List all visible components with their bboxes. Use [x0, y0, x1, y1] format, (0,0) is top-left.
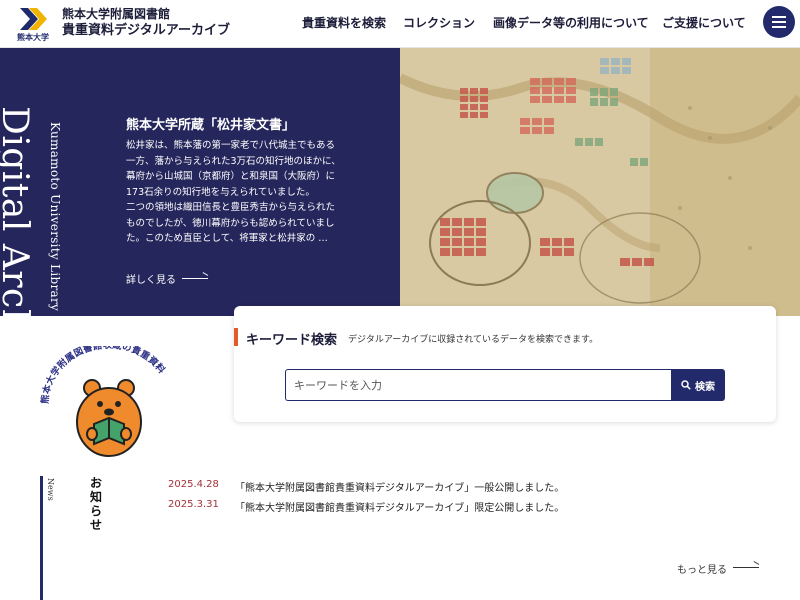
logo-caption: 熊本大学 — [17, 33, 49, 42]
search-description: デジタルアーカイブに収録されているデータを検索できます。 — [348, 335, 599, 345]
nav-image-usage[interactable]: 画像データ等の利用について — [493, 14, 649, 31]
hero-panel: Digital Archive Kumamoto University Libr… — [0, 48, 400, 316]
hamburger-icon — [772, 16, 786, 18]
university-logo[interactable]: 熊本大学 — [14, 6, 52, 44]
hero-description: 松井家は、熊本藩の第一家老で八代城主でもある一方、藩から与えられた3万石の知行地… — [126, 138, 344, 247]
menu-button[interactable] — [763, 6, 795, 38]
hero-description-paragraph: 二つの領地は織田信長と豊臣秀吉から与えられたものでしたが、徳川幕府からも認められ… — [126, 202, 336, 244]
bear-reading-book-icon: 熊本大学附属図書館収蔵の貴重資料 — [39, 339, 168, 457]
site-title-line1: 熊本大学附属図書館 — [62, 7, 171, 21]
hero-map-image — [400, 48, 800, 316]
hero-heading: 熊本大学所蔵「松井家文書」 — [126, 118, 296, 133]
hamburger-icon-bar — [772, 26, 786, 28]
hero-vertical-title: Digital Archive — [0, 106, 35, 316]
historical-map-illustration — [400, 48, 800, 316]
nav-collections[interactable]: コレクション — [403, 14, 475, 31]
search-button-label: 検索 — [695, 382, 715, 393]
news-date: 2025.4.28 — [168, 479, 219, 490]
news-more-link[interactable]: もっと見る — [677, 561, 727, 576]
news-date: 2025.3.31 — [168, 499, 219, 510]
search-accent-bar — [234, 328, 238, 346]
site-title-line2: 貴重資料デジタルアーカイブ — [62, 23, 230, 38]
news-label-jp: お知らせ — [89, 476, 102, 532]
news-section-line — [40, 476, 43, 600]
news-label-en: News — [46, 478, 55, 501]
nav-support[interactable]: ご支援について — [662, 14, 746, 31]
arrow-right-icon — [182, 278, 208, 279]
hero-description-paragraph: 松井家は、熊本藩の第一家老で八代城主でもある一方、藩から与えられた3万石の知行地… — [126, 140, 341, 198]
hero-vertical-subtitle: Kumamoto University Library — [48, 122, 62, 312]
chevron-logo-icon — [20, 8, 47, 30]
keyword-search-card: キーワード検索 デジタルアーカイブに収録されているデータを検索できます。 検索 — [234, 306, 776, 422]
site-title[interactable]: 熊本大学附属図書館 貴重資料デジタルアーカイブ — [62, 7, 230, 40]
library-mascot: 熊本大学附属図書館収蔵の貴重資料 — [34, 339, 184, 461]
search-title: キーワード検索 — [246, 333, 338, 348]
news-item-link[interactable]: 「熊本大学附属図書館貴重資料デジタルアーカイブ」一般公開しました。 — [235, 479, 564, 494]
nav-search-materials[interactable]: 貴重資料を検索 — [302, 14, 386, 31]
hamburger-icon-bar — [772, 21, 786, 23]
search-icon — [681, 380, 691, 390]
search-input[interactable] — [285, 369, 671, 401]
arrow-right-icon — [733, 567, 759, 568]
hero-more-link[interactable]: 詳しく見る — [126, 271, 176, 286]
news-item-link[interactable]: 「熊本大学附属図書館貴重資料デジタルアーカイブ」限定公開しました。 — [235, 499, 564, 514]
search-button[interactable]: 検索 — [671, 369, 725, 401]
site-header: 熊本大学 熊本大学附属図書館 貴重資料デジタルアーカイブ 貴重資料を検索 コレク… — [0, 0, 800, 48]
